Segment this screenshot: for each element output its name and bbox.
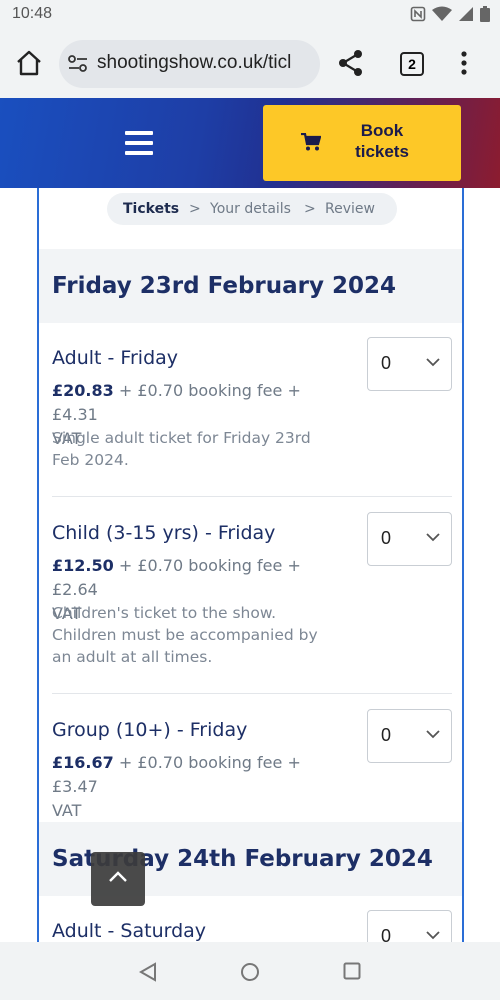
chevron-down-icon — [426, 931, 440, 940]
step-your-details: Your details — [210, 201, 291, 217]
site-header: Book tickets — [0, 98, 500, 188]
ticket-name: Adult - Friday — [52, 347, 179, 369]
quantity-select[interactable]: 0 — [367, 337, 452, 391]
recents-icon[interactable] — [343, 962, 361, 980]
book-label-line1: Book — [360, 121, 404, 140]
system-nav-bar — [0, 942, 500, 1000]
url-text[interactable]: shootingshow.co.uk/ticl — [97, 52, 291, 74]
ticket-description: Children's ticket to the show. Children … — [52, 602, 342, 668]
scroll-to-top-button[interactable] — [91, 852, 145, 906]
ticket-description: Single adult ticket for Friday 23rd Feb … — [52, 427, 342, 471]
step-review: Review — [325, 201, 375, 217]
ticket-description-line: Feb 2024. — [52, 451, 129, 469]
ticket-name: Group (10+) - Friday — [52, 719, 248, 741]
ticket-fees-vat: VAT — [52, 801, 82, 820]
quantity-value: 0 — [381, 353, 392, 373]
ticket-price: £16.67 + £0.70 booking fee + £3.47 VAT — [52, 751, 342, 823]
back-icon[interactable] — [138, 962, 158, 982]
ticket-divider — [52, 693, 452, 694]
quantity-select[interactable]: 0 — [367, 709, 452, 763]
checkout-steps: Tickets > Your details > Review — [107, 193, 397, 225]
ticket-name: Child (3-15 yrs) - Friday — [52, 522, 276, 544]
hamburger-menu-icon[interactable] — [125, 131, 153, 155]
home-nav-icon[interactable] — [240, 962, 260, 982]
quantity-select[interactable]: 0 — [367, 512, 452, 566]
nfc-icon — [410, 6, 426, 22]
ticket-base-price: £16.67 — [52, 753, 114, 772]
day-header: Friday 23rd February 2024 — [39, 249, 462, 323]
ticket-description-line: Single adult ticket for Friday 23rd — [52, 429, 311, 447]
home-icon[interactable] — [14, 48, 44, 78]
ticket-description-line: Children's ticket to the show. — [52, 604, 277, 622]
browser-toolbar: shootingshow.co.uk/ticl 2 — [0, 30, 500, 98]
ticket-base-price: £20.83 — [52, 381, 114, 400]
chevron-down-icon — [426, 730, 440, 739]
address-bar[interactable]: shootingshow.co.uk/ticl — [59, 40, 320, 88]
step-separator: > — [304, 201, 316, 217]
step-separator: > — [189, 201, 201, 217]
quantity-value: 0 — [381, 528, 392, 548]
book-label-line2: tickets — [355, 142, 409, 161]
status-icons — [410, 6, 490, 22]
signal-icon — [459, 7, 473, 21]
status-time: 10:48 — [12, 5, 53, 22]
chevron-down-icon — [426, 533, 440, 542]
wifi-icon — [432, 6, 452, 21]
quantity-value: 0 — [381, 725, 392, 745]
status-bar: 10:48 — [0, 0, 500, 30]
more-vert-icon[interactable] — [460, 50, 468, 76]
share-icon[interactable] — [338, 49, 364, 77]
cart-icon — [301, 133, 321, 151]
chevron-up-icon — [109, 871, 127, 882]
day-title: Friday 23rd February 2024 — [52, 273, 397, 299]
ticket-description-line: Children must be accompanied by — [52, 626, 318, 644]
step-tickets: Tickets — [123, 201, 180, 217]
book-tickets-button[interactable]: Book tickets — [263, 105, 461, 181]
ticket-panel: Tickets > Your details > Review Friday 2… — [37, 188, 464, 942]
quantity-value: 0 — [381, 926, 392, 942]
ticket-description-line: an adult at all times. — [52, 648, 213, 666]
ticket-divider — [52, 496, 452, 497]
book-tickets-label: Book tickets — [337, 120, 427, 162]
battery-icon — [480, 6, 490, 22]
quantity-select[interactable]: 0 — [367, 910, 452, 942]
site-settings-icon[interactable] — [67, 54, 89, 74]
ticket-name: Adult - Saturday — [52, 920, 207, 942]
ticket-base-price: £12.50 — [52, 556, 114, 575]
tab-switcher-button[interactable]: 2 — [400, 52, 424, 76]
chevron-down-icon — [426, 358, 440, 367]
